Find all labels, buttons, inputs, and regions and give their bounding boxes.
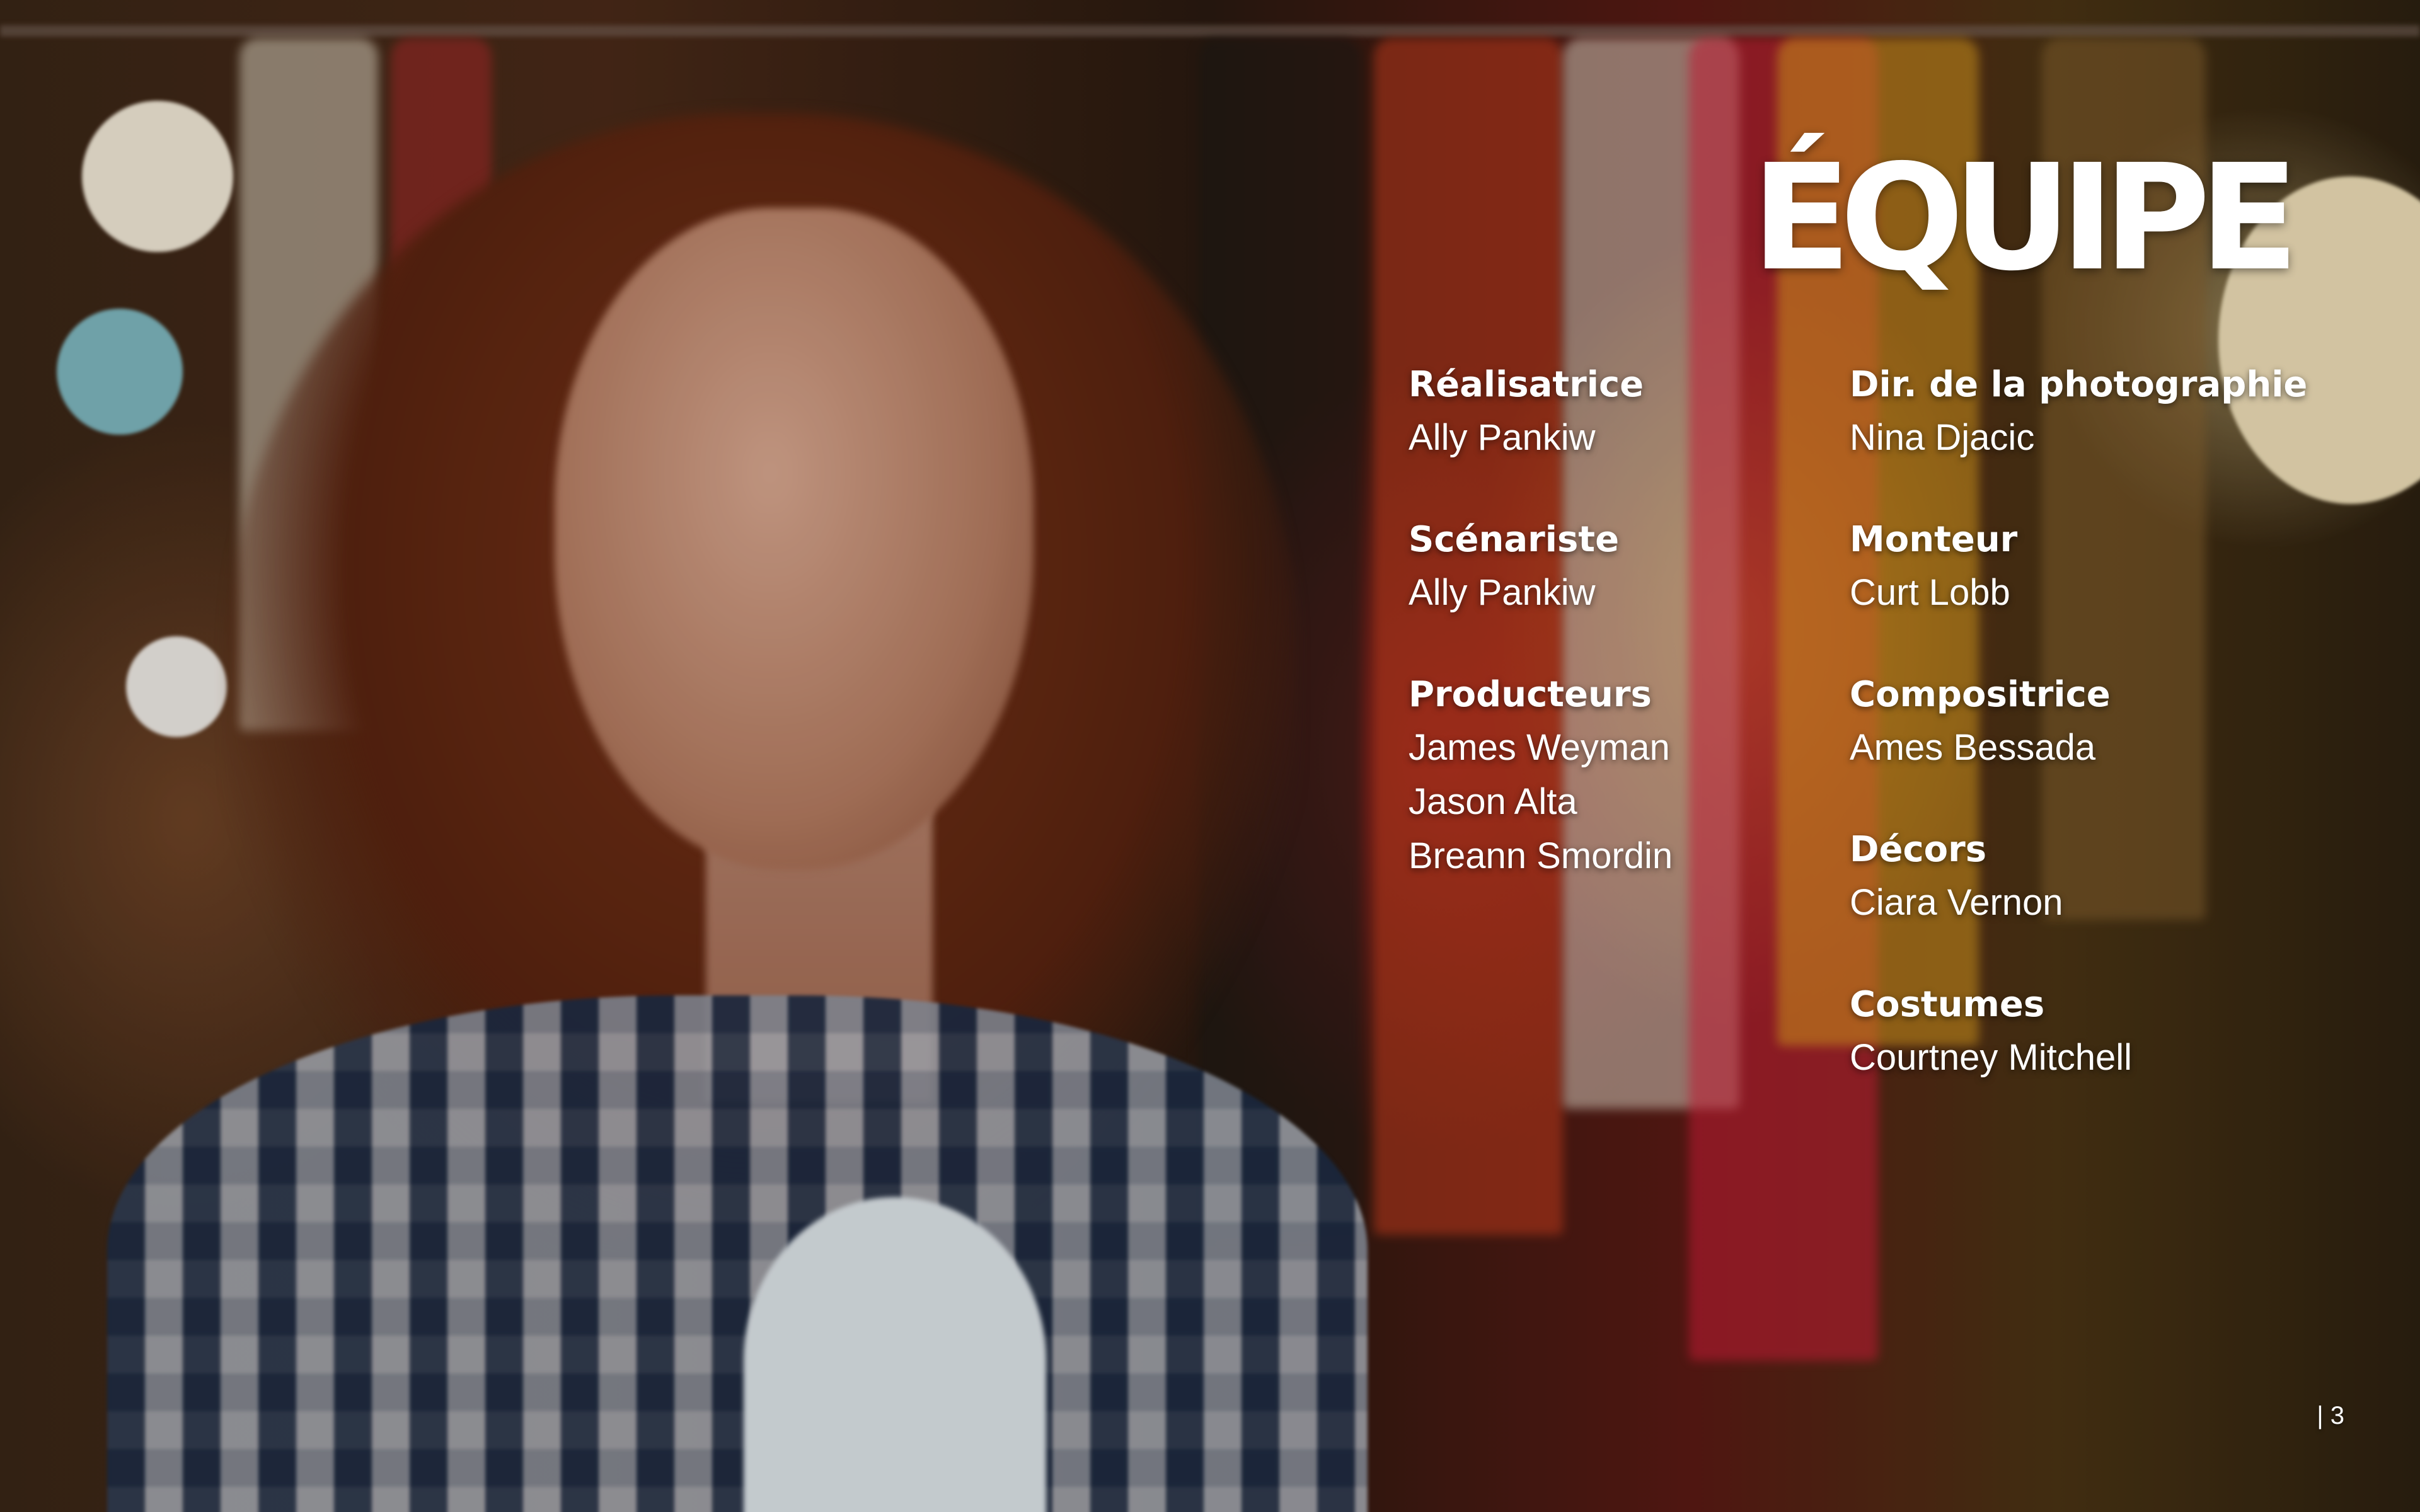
crew-entry: Scénariste Ally Pankiw xyxy=(1409,514,1837,620)
crew-entry: Compositrice Ames Bessada xyxy=(1850,669,2385,775)
role-title: Producteurs xyxy=(1409,674,1652,715)
crew-name: Ciara Vernon xyxy=(1850,882,2063,923)
crew-name: Nina Djacic xyxy=(1850,417,2035,458)
crew-entry: Dir. de la photographie Nina Djacic xyxy=(1850,359,2385,465)
crew-column-left: Réalisatrice Ally Pankiw Scénariste Ally… xyxy=(1409,359,1837,932)
role-title: Costumes xyxy=(1850,984,2045,1025)
crew-name: Ally Pankiw xyxy=(1409,572,1596,613)
crew-name: Ames Bessada xyxy=(1850,727,2096,768)
role-title: Monteur xyxy=(1850,519,2018,560)
role-title: Réalisatrice xyxy=(1409,364,1644,405)
crew-name: James Weyman xyxy=(1409,727,1670,768)
crew-page: ÉQUIPE Réalisatrice Ally Pankiw Scénaris… xyxy=(0,0,2420,1512)
crew-name: Ally Pankiw xyxy=(1409,417,1596,458)
crew-name: Curt Lobb xyxy=(1850,572,2010,613)
page-title: ÉQUIPE xyxy=(1751,133,2299,303)
role-title: Dir. de la photographie xyxy=(1850,364,2308,405)
role-title: Scénariste xyxy=(1409,519,1620,560)
crew-entry: Décors Ciara Vernon xyxy=(1850,824,2385,930)
role-title: Décors xyxy=(1850,829,1987,870)
crew-entry: Costumes Courtney Mitchell xyxy=(1850,979,2385,1085)
page-number: | 3 xyxy=(2317,1402,2344,1429)
crew-name: Jason Alta xyxy=(1409,781,1577,822)
crew-column-right: Dir. de la photographie Nina Djacic Mont… xyxy=(1850,359,2385,1134)
role-title: Compositrice xyxy=(1850,674,2111,715)
crew-entry: Réalisatrice Ally Pankiw xyxy=(1409,359,1837,465)
crew-name: Breann Smordin xyxy=(1409,835,1673,876)
crew-entry: Producteurs James Weyman Jason Alta Brea… xyxy=(1409,669,1837,883)
crew-name: Courtney Mitchell xyxy=(1850,1037,2133,1078)
crew-entry: Monteur Curt Lobb xyxy=(1850,514,2385,620)
